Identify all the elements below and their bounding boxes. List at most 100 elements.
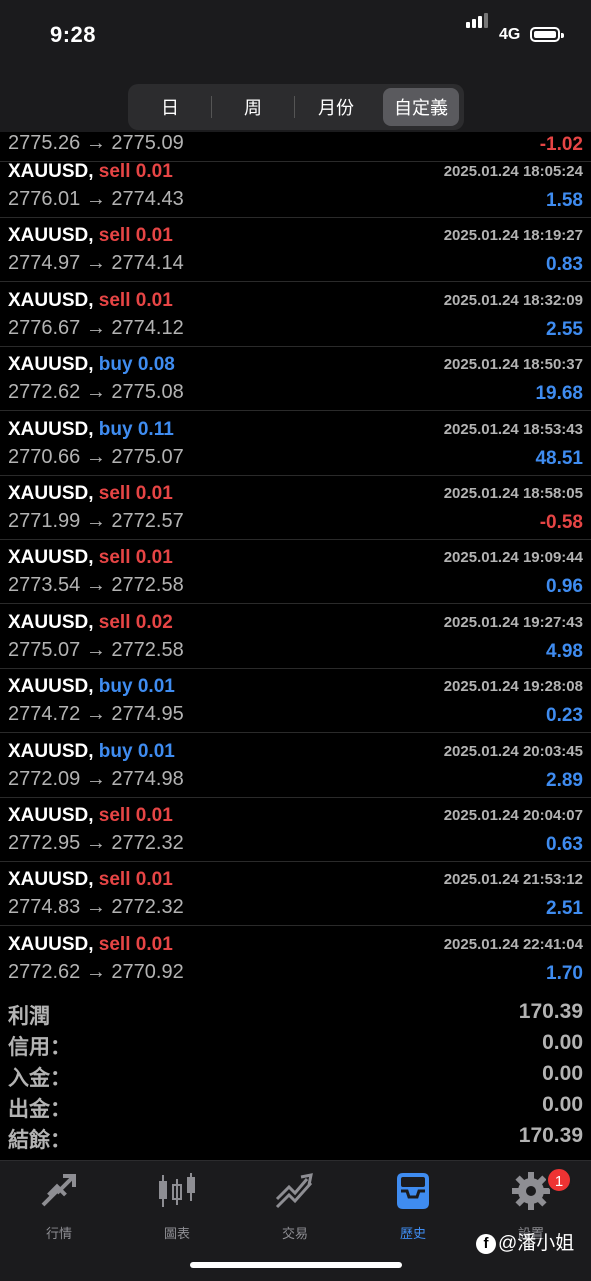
summary-value: 0.00: [542, 1062, 583, 1085]
tab-quotes[interactable]: 行情: [0, 1171, 118, 1241]
trade-volume: 0.11: [137, 418, 174, 440]
trade-volume: 0.02: [135, 611, 173, 633]
trade-side: sell: [98, 289, 131, 311]
trade-profit: 0.23: [546, 705, 583, 727]
trade-row[interactable]: XAUUSD, sell 0.01 2776.01 → 2774.43 2025.0…: [0, 154, 591, 218]
segment-day[interactable]: 日: [132, 88, 208, 126]
trade-symbol-line: XAUUSD, sell 0.01: [8, 225, 173, 247]
tab-charts[interactable]: 圖表: [118, 1171, 236, 1241]
segment-custom[interactable]: 自定義: [383, 88, 459, 126]
history-inbox-icon: [397, 1173, 429, 1209]
status-bar: 9:28 4G: [0, 0, 591, 70]
trade-row[interactable]: XAUUSD, sell 0.01 2772.62 → 2770.92 2025.0…: [0, 927, 591, 990]
trade-volume: 0.01: [137, 676, 175, 698]
segment-month[interactable]: 月份: [298, 88, 374, 126]
summary-label: 入金：: [8, 1067, 71, 1090]
trade-prices: 2775.07 → 2772.58: [8, 638, 184, 661]
summary-label: 信用：: [8, 1036, 71, 1059]
trade-side: buy: [98, 676, 133, 698]
trade-symbol-line: XAUUSD, sell 0.01: [8, 869, 173, 891]
trade-symbol: XAUUSD,: [8, 289, 94, 311]
summary-value: 170.39: [518, 1124, 583, 1147]
trade-symbol-line: XAUUSD, sell 0.01: [8, 547, 173, 569]
trade-time: 2025.01.24 18:50:37: [443, 356, 583, 374]
status-time: 9:28: [50, 22, 97, 47]
trade-volume: 0.08: [137, 354, 175, 376]
watermark-text: @潘小姐: [498, 1233, 575, 1254]
trade-profit: 2.89: [546, 769, 583, 791]
trade-volume: 0.01: [135, 805, 173, 826]
trade-side: buy: [98, 418, 133, 440]
summary-label: 結餘：: [8, 1129, 71, 1152]
trade-symbol: XAUUSD,: [8, 869, 94, 891]
tab-label: 歷史: [399, 1226, 426, 1241]
trade-prices: 2773.54 → 2772.58: [8, 574, 184, 597]
trade-symbol: XAUUSD,: [8, 483, 94, 504]
summary-row: 出金： 0.00: [0, 1091, 591, 1121]
summary-value: 0.00: [542, 1031, 583, 1054]
trade-row[interactable]: XAUUSD, buy 0.01 2772.09 → 2774.98 2025.01…: [0, 734, 591, 798]
trade-row[interactable]: XAUUSD, buy 0.08 2772.62 → 2775.08 2025.01…: [0, 347, 591, 412]
trade-symbol: XAUUSD,: [8, 354, 94, 376]
trade-profit: 48.51: [535, 447, 583, 469]
trade-symbol-line: XAUUSD, sell 0.01: [8, 805, 173, 827]
segment-week[interactable]: 周: [215, 88, 291, 126]
trade-trend-icon: [275, 1173, 313, 1209]
trade-profit: 2.51: [546, 898, 583, 920]
trade-row[interactable]: XAUUSD, sell 0.01 2773.54 → 2772.58 2025.0…: [0, 540, 591, 605]
trade-symbol: XAUUSD,: [8, 676, 94, 698]
trade-row[interactable]: XAUUSD, sell 0.02 2775.07 → 2772.58 2025.0…: [0, 605, 591, 669]
trade-row[interactable]: XAUUSD, sell 0.01 2774.83 → 2772.32 2025.0…: [0, 862, 591, 927]
trade-symbol-line: XAUUSD, sell 0.01: [8, 161, 173, 183]
trade-symbol: XAUUSD,: [8, 740, 94, 762]
trade-volume: 0.01: [137, 740, 175, 762]
summary-label: 利潤: [8, 1005, 50, 1028]
tab-label: 圖表: [163, 1226, 190, 1241]
trade-row[interactable]: XAUUSD, sell 0.01 2771.99 → 2772.57 2025.0…: [0, 476, 591, 540]
trade-volume: 0.01: [135, 161, 173, 182]
trade-row[interactable]: XAUUSD, sell 0.01 2772.95 → 2772.32 2025.0…: [0, 798, 591, 862]
tab-label: 行情: [45, 1226, 72, 1241]
trade-time: 2025.01.24 18:58:05: [443, 485, 583, 502]
trade-side: sell: [98, 869, 131, 891]
trade-time: 2025.01.24 19:27:43: [443, 613, 583, 631]
trade-prices: 2772.62 → 2775.08: [8, 381, 184, 404]
trade-history-list[interactable]: 2775.26 → 2775.09 -1.02 XAUUSD, sell 0.0…: [0, 132, 591, 990]
trade-time: 2025.01.24 19:09:44: [443, 549, 583, 567]
trade-profit: 4.98: [546, 640, 583, 662]
trade-row[interactable]: XAUUSD, sell 0.01 2774.97 → 2774.14 2025.0…: [0, 218, 591, 283]
home-indicator: [190, 1262, 402, 1268]
trade-symbol-line: XAUUSD, sell 0.01: [8, 934, 173, 956]
summary-row: 信用： 0.00: [0, 1029, 591, 1059]
trade-symbol: XAUUSD,: [8, 225, 94, 247]
trade-volume: 0.01: [135, 933, 173, 955]
tab-trade[interactable]: 交易: [236, 1171, 354, 1241]
trade-time: 2025.01.24 19:28:08: [443, 678, 583, 696]
trade-time: 2025.01.24 18:19:27: [443, 227, 583, 245]
trade-symbol-line: XAUUSD, buy 0.08: [8, 354, 175, 376]
trade-row[interactable]: XAUUSD, buy 0.01 2774.72 → 2774.95 2025.01…: [0, 669, 591, 734]
trade-symbol: XAUUSD,: [8, 547, 94, 569]
trade-profit: -1.02: [539, 134, 583, 155]
trade-side: sell: [98, 611, 131, 633]
trade-symbol-line: XAUUSD, buy 0.01: [8, 676, 175, 698]
battery-icon: [530, 27, 564, 42]
trade-prices: 2772.95 → 2772.32: [8, 832, 184, 854]
candlestick-chart-icon: [159, 1173, 195, 1207]
trade-volume: 0.01: [135, 547, 173, 569]
trade-row[interactable]: XAUUSD, sell 0.01 2776.67 → 2774.12 2025.0…: [0, 283, 591, 347]
trade-symbol: XAUUSD,: [8, 161, 94, 182]
trade-side: buy: [98, 740, 133, 762]
trade-symbol: XAUUSD,: [8, 611, 94, 633]
trade-prices: 2774.97 → 2774.14: [8, 252, 184, 275]
trade-profit: 1.70: [546, 962, 583, 984]
summary-label: 出金：: [8, 1098, 71, 1121]
trade-row[interactable]: XAUUSD, buy 0.11 2770.66 → 2775.07 2025.01…: [0, 412, 591, 476]
trade-profit: 0.83: [546, 254, 583, 276]
trade-prices: 2776.67 → 2774.12: [8, 316, 184, 339]
trade-side: buy: [98, 354, 133, 376]
tab-history[interactable]: 歷史: [354, 1171, 472, 1241]
trade-side: sell: [98, 225, 131, 247]
gear-icon: [512, 1172, 550, 1210]
trade-prices: 2775.26 → 2775.09: [8, 132, 184, 154]
